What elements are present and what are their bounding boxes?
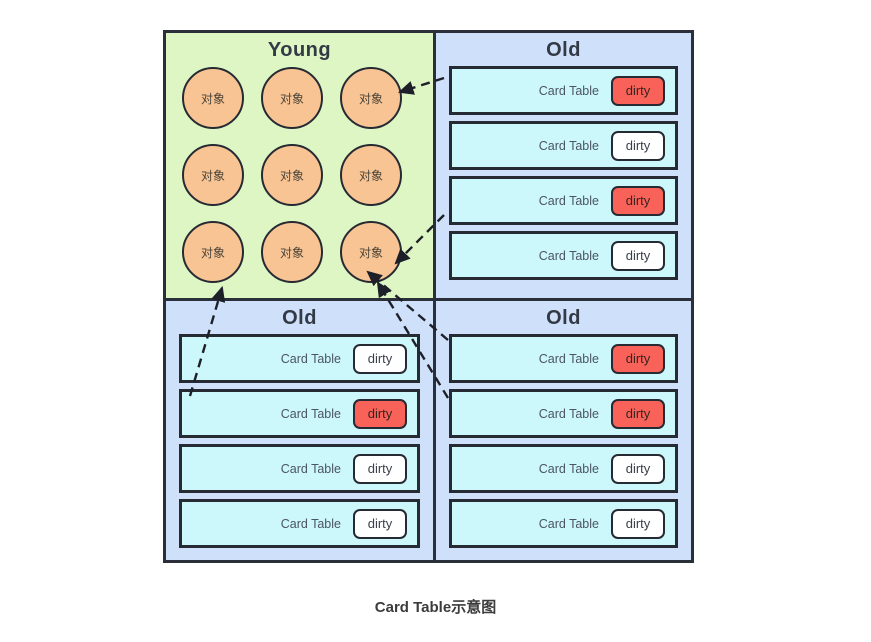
- young-object: 对象: [261, 67, 323, 129]
- young-object-grid: 对象 对象 对象 对象 对象 对象 对象 对象 对象: [182, 67, 417, 283]
- young-object-label: 对象: [279, 168, 304, 183]
- card-table-label: Card Table: [538, 516, 599, 531]
- card-table-label: Card Table: [280, 461, 341, 476]
- young-object-label: 对象: [358, 168, 383, 183]
- dirty-badge[interactable]: dirty: [611, 240, 665, 271]
- young-object: 对象: [340, 144, 402, 206]
- region-old-top-right: Old Card Table dirty Card Table dirty Card T…: [433, 33, 691, 298]
- region-old-bottom-right: Old Card Table dirty Card Table dirty Card T…: [433, 298, 691, 560]
- young-object-label: 对象: [279, 91, 304, 106]
- dirty-badge[interactable]: dirty: [353, 453, 407, 484]
- card-table-label: Card Table: [538, 83, 599, 98]
- dirty-badge[interactable]: dirty: [353, 343, 407, 374]
- young-object: 对象: [182, 144, 244, 206]
- young-object: 对象: [261, 144, 323, 206]
- card-table-row: Card Table dirty: [449, 121, 678, 170]
- young-object: 对象: [261, 221, 323, 283]
- young-object-label: 对象: [358, 91, 383, 106]
- card-table-row: Card Table dirty: [449, 389, 678, 438]
- card-table-list-bottom-right: Card Table dirty Card Table dirty Card Table…: [449, 334, 678, 548]
- card-table-row: Card Table dirty: [449, 444, 678, 493]
- dirty-badge[interactable]: dirty: [611, 343, 665, 374]
- young-object-label: 对象: [279, 245, 304, 260]
- dirty-badge[interactable]: dirty: [611, 75, 665, 106]
- young-object-label: 对象: [358, 245, 383, 260]
- card-table-label: Card Table: [280, 406, 341, 421]
- young-object-label: 对象: [200, 168, 225, 183]
- card-table-row: Card Table dirty: [449, 231, 678, 280]
- card-table-row: Card Table dirty: [449, 176, 678, 225]
- card-table-row: Card Table dirty: [449, 66, 678, 115]
- card-table-label: Card Table: [538, 461, 599, 476]
- young-object-label: 对象: [200, 91, 225, 106]
- diagram-caption: Card Table示意图: [374, 599, 497, 616]
- card-table-label: Card Table: [538, 406, 599, 421]
- young-object: 对象: [340, 221, 402, 283]
- young-object: 对象: [182, 221, 244, 283]
- dirty-badge[interactable]: dirty: [611, 398, 665, 429]
- region-title-old-top-right: Old: [546, 39, 581, 61]
- card-table-row: Card Table dirty: [179, 499, 420, 548]
- dirty-badge[interactable]: dirty: [611, 185, 665, 216]
- card-table-row: Card Table dirty: [449, 499, 678, 548]
- dirty-badge[interactable]: dirty: [353, 398, 407, 429]
- card-table-row: Card Table dirty: [179, 444, 420, 493]
- card-table-diagram: Young 对象 对象 对象 对象 对象 对象 对象 对象 对象 Old Card Table d…: [0, 0, 871, 642]
- dirty-badge[interactable]: dirty: [353, 508, 407, 539]
- dirty-badge[interactable]: dirty: [611, 453, 665, 484]
- region-title-old-bottom-right: Old: [546, 307, 581, 329]
- young-object: 对象: [182, 67, 244, 129]
- card-table-list-bottom-left: Card Table dirty Card Table dirty Card Table…: [179, 334, 420, 548]
- card-table-label: Card Table: [538, 138, 599, 153]
- card-table-label: Card Table: [538, 193, 599, 208]
- dirty-badge[interactable]: dirty: [611, 508, 665, 539]
- card-table-label: Card Table: [280, 351, 341, 366]
- region-title-old-bottom-left: Old: [282, 307, 317, 329]
- young-object-label: 对象: [200, 245, 225, 260]
- card-table-row: Card Table dirty: [179, 389, 420, 438]
- card-table-label: Card Table: [538, 351, 599, 366]
- dirty-badge[interactable]: dirty: [611, 130, 665, 161]
- young-object: 对象: [340, 67, 402, 129]
- card-table-row: Card Table dirty: [179, 334, 420, 383]
- region-title-young: Young: [267, 39, 332, 61]
- card-table-label: Card Table: [280, 516, 341, 531]
- card-table-row: Card Table dirty: [449, 334, 678, 383]
- memory-regions-frame: Young 对象 对象 对象 对象 对象 对象 对象 对象 对象 Old Card Table d…: [163, 30, 694, 563]
- region-young: Young 对象 对象 对象 对象 对象 对象 对象 对象 对象: [166, 33, 433, 298]
- card-table-list-top-right: Card Table dirty Card Table dirty Card Table…: [449, 66, 678, 280]
- region-old-bottom-left: Old Card Table dirty Card Table dirty Card T…: [166, 298, 433, 560]
- card-table-label: Card Table: [538, 248, 599, 263]
